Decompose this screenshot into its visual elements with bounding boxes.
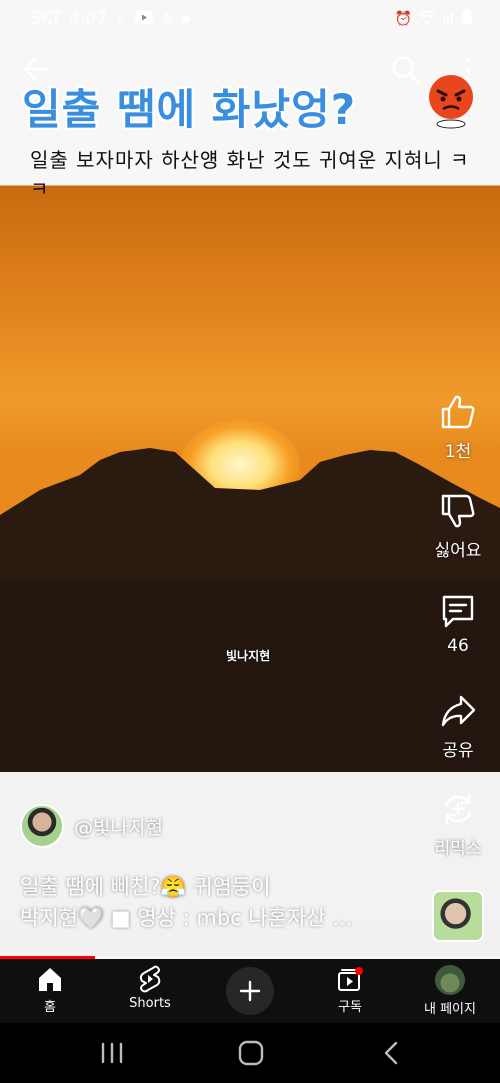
create-button[interactable]: [226, 967, 274, 1015]
dislike-button[interactable]: 싫어요: [423, 492, 493, 561]
nav-profile[interactable]: 내 페이지: [405, 965, 495, 1017]
home-system-button[interactable]: [231, 1037, 271, 1069]
channel-handle[interactable]: @빛나지현: [74, 813, 163, 840]
description-line-2: 박지현🤍 ■ 영상 : mbc 나혼자산 ...: [20, 906, 353, 930]
nav-shorts-label: Shorts: [129, 996, 171, 1011]
dislike-label: 싫어요: [434, 541, 482, 561]
remix-button[interactable]: 리믹스: [423, 790, 493, 859]
like-count: 1천: [444, 442, 472, 462]
channel-row[interactable]: @빛나지현: [20, 804, 163, 848]
recent-apps-icon: [101, 1042, 123, 1064]
home-circle-icon: [238, 1040, 264, 1066]
nav-subscriptions-label: 구독: [338, 1000, 362, 1015]
nav-profile-label: 내 페이지: [424, 1002, 476, 1017]
thumbs-up-icon: [441, 395, 475, 429]
video-caption-title: 일출 땜에 화났엉?: [22, 85, 357, 134]
video-watermark: 빛나지현: [226, 649, 271, 663]
plus-icon: [239, 980, 261, 1002]
signal-icon: [442, 10, 456, 28]
system-navigation-bar: [0, 1023, 500, 1083]
bottom-navigation: 홈 Shorts 구독 내 페이지: [0, 959, 500, 1023]
nav-shorts[interactable]: Shorts: [105, 965, 195, 1011]
video-description[interactable]: 일출 땜에 삐친?😤 귀염둥이 박지현🤍 ■ 영상 : mbc 나혼자산 ...: [20, 872, 400, 934]
clock: 4:07: [69, 9, 108, 29]
share-button[interactable]: 공유: [423, 692, 493, 761]
subscriptions-icon: [338, 967, 363, 991]
wifi-icon: [418, 10, 436, 28]
dot-icon: ●: [181, 13, 191, 25]
nav-subscriptions[interactable]: 구독: [305, 965, 395, 1015]
thumbs-down-icon: [441, 494, 475, 528]
alarm-icon: ⏰: [394, 11, 412, 27]
video-caption-subtitle: 일출 보자마자 하산얭 화난 것도 귀여운 지혀니 ㅋㅋ: [30, 148, 470, 201]
youtube-icon: [134, 9, 153, 29]
comments-button[interactable]: 46: [423, 592, 493, 656]
channel-avatar[interactable]: [20, 804, 64, 848]
recent-apps-button[interactable]: [92, 1037, 132, 1069]
comments-count: 46: [447, 636, 469, 656]
back-system-button[interactable]: [372, 1037, 412, 1069]
status-bar: SKT 4:07 ✌ ⚙ ● ⏰: [0, 0, 500, 38]
remix-label: 리믹스: [434, 839, 482, 859]
description-line-1: 일출 땜에 삐친?😤 귀염둥이: [20, 875, 271, 899]
nav-home-label: 홈: [44, 1000, 56, 1015]
share-icon: [441, 695, 476, 727]
chevron-left-icon: [384, 1041, 398, 1065]
home-icon: [39, 968, 61, 991]
carrier-label: SKT: [30, 9, 62, 29]
shorts-icon: [139, 965, 161, 993]
profile-avatar: [435, 965, 465, 995]
settings-icon: ⚙: [160, 11, 174, 27]
hand-icon: ✌: [115, 11, 127, 27]
sound-thumbnail[interactable]: [432, 890, 484, 942]
remix-icon: [444, 793, 472, 825]
share-label: 공유: [442, 741, 474, 761]
like-button[interactable]: 1천: [423, 393, 493, 462]
comment-icon: [442, 595, 474, 628]
angry-face-icon: [429, 75, 473, 129]
nav-home[interactable]: 홈: [5, 965, 95, 1015]
battery-icon: [462, 9, 472, 29]
